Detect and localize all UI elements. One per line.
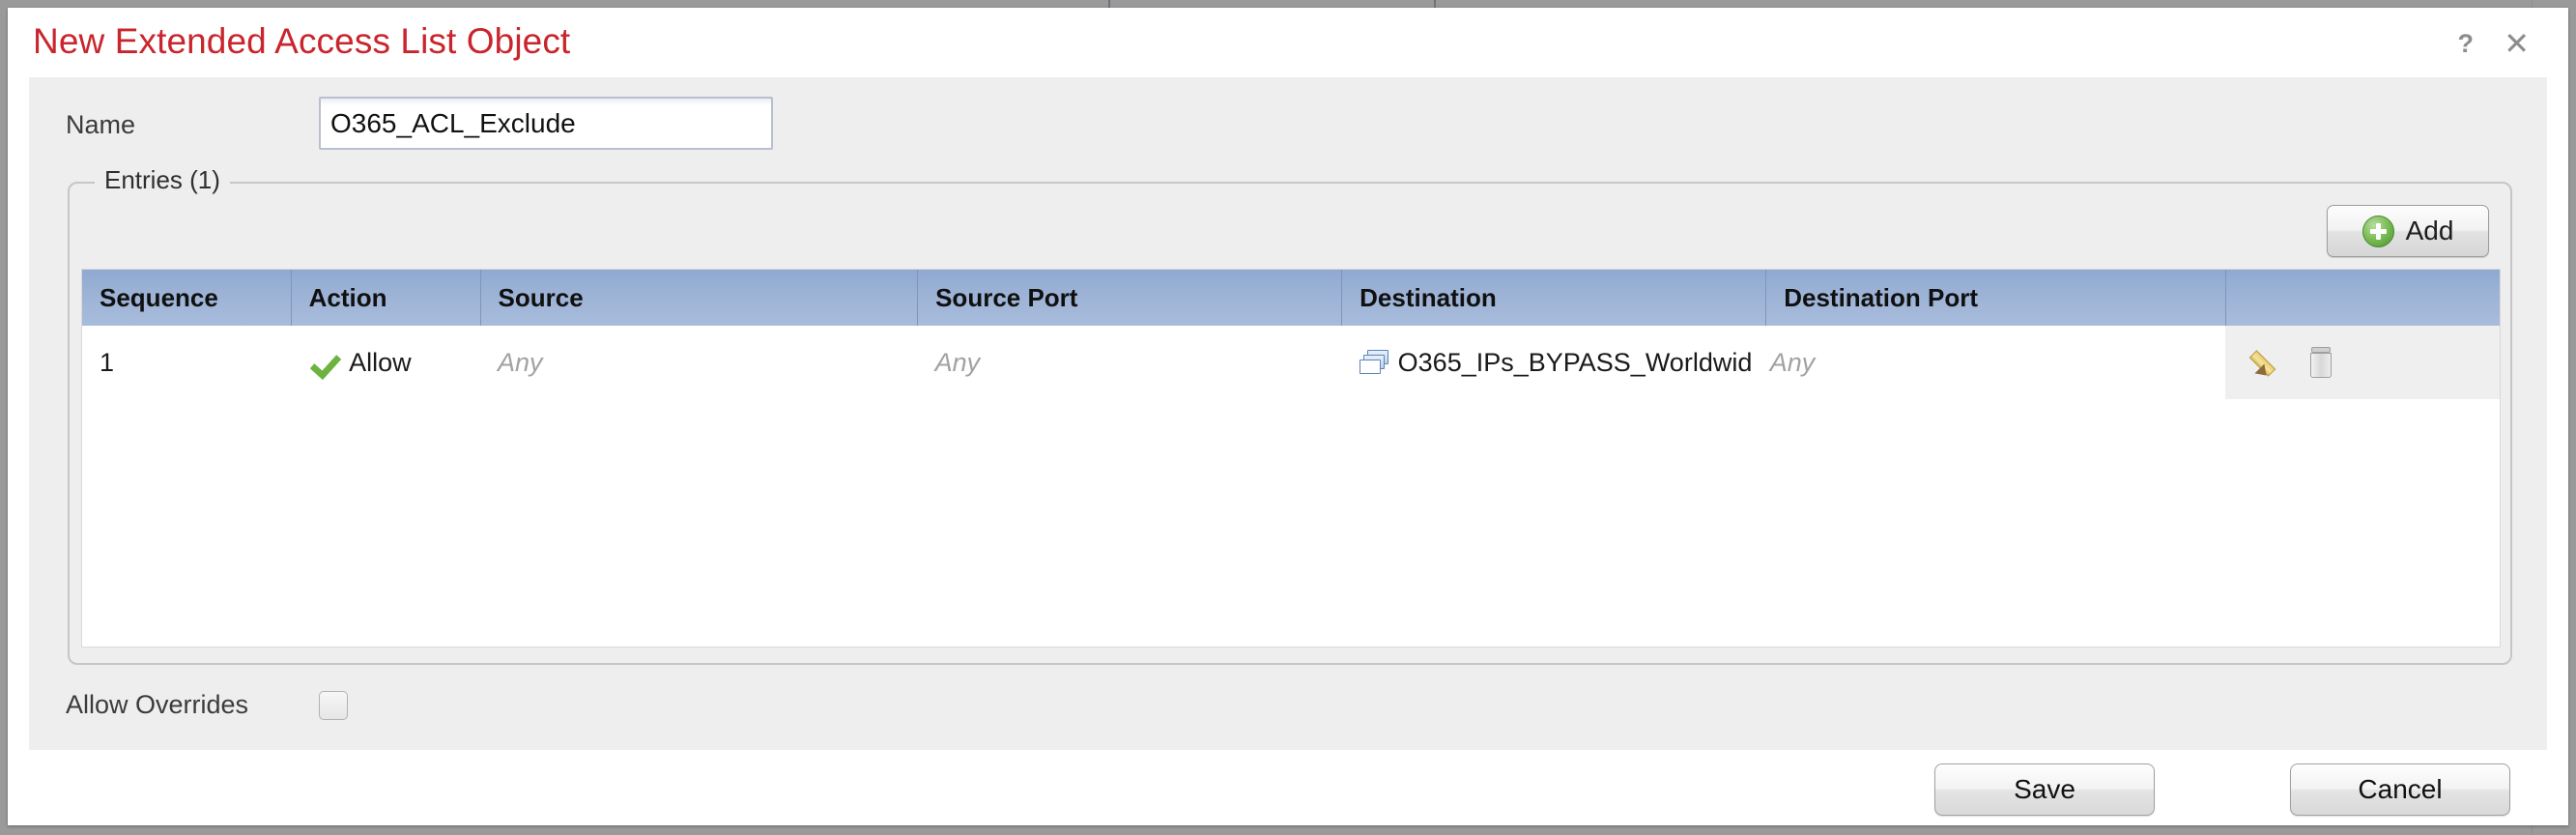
save-button[interactable]: Save	[1934, 763, 2155, 816]
new-extended-access-list-dialog: New Extended Access List Object ? ✕ Name…	[8, 8, 2568, 825]
green-plus-icon	[2361, 215, 2394, 247]
allow-overrides-checkbox[interactable]	[319, 690, 348, 720]
backdrop-seam	[1108, 0, 1110, 8]
close-icon[interactable]: ✕	[2504, 28, 2530, 59]
column-header-destination-port[interactable]: Destination Port	[1765, 270, 2226, 326]
add-entry-button[interactable]: Add	[2327, 205, 2489, 257]
object-group-icon	[1359, 350, 1388, 375]
column-header-action[interactable]: Action	[291, 270, 481, 326]
dialog-title: New Extended Access List Object	[33, 21, 571, 61]
column-header-source[interactable]: Source	[480, 270, 919, 326]
name-input[interactable]	[319, 97, 773, 150]
green-check-icon	[308, 348, 337, 377]
entries-table: Sequence Action Source Source Port Desti…	[82, 270, 2500, 399]
cell-source: Any	[480, 326, 918, 399]
cell-row-actions	[2225, 326, 2500, 399]
name-label: Name	[66, 110, 136, 139]
cell-destination: O365_IPs_BYPASS_Worldwid	[1341, 326, 1766, 399]
help-icon[interactable]: ?	[2458, 31, 2475, 57]
dialog-body-panel: Name Entries (1) Add	[29, 77, 2547, 750]
entries-legend: Entries (1)	[95, 165, 230, 195]
name-field-row: Name	[29, 97, 2547, 155]
column-header-source-port[interactable]: Source Port	[917, 270, 1343, 326]
entries-table-container: Sequence Action Source Source Port Desti…	[81, 269, 2501, 648]
column-header-actions	[2225, 270, 2500, 326]
dialog-titlebar: New Extended Access List Object ? ✕	[8, 8, 2568, 77]
pencil-icon[interactable]	[2248, 346, 2287, 381]
cancel-button[interactable]: Cancel	[2290, 763, 2510, 816]
dialog-footer: Save Cancel	[8, 750, 2568, 825]
add-entry-label: Add	[2405, 216, 2454, 245]
destination-port-value: Any	[1769, 347, 1816, 377]
source-port-value: Any	[934, 347, 981, 377]
table-row[interactable]: 1 Allow Any Any O365_IPs_BYPASS_Worldwid…	[82, 326, 2500, 399]
allow-overrides-label: Allow Overrides	[66, 690, 249, 719]
cell-destination-port: Any	[1765, 326, 2226, 399]
column-header-destination[interactable]: Destination	[1341, 270, 1767, 326]
table-header-row: Sequence Action Source Source Port Desti…	[82, 270, 2500, 326]
destination-value: O365_IPs_BYPASS_Worldwid	[1397, 347, 1753, 377]
backdrop-seam	[1434, 0, 1436, 8]
cell-action: Allow	[291, 326, 481, 399]
allow-overrides-row: Allow Overrides	[66, 690, 348, 720]
source-value: Any	[498, 347, 543, 377]
trash-icon[interactable]	[2308, 347, 2333, 378]
cell-sequence: 1	[82, 326, 292, 399]
entries-fieldset: Entries (1) Add Sequence Action Source S…	[68, 165, 2512, 665]
action-label: Allow	[349, 347, 412, 377]
cell-source-port: Any	[917, 326, 1342, 399]
column-header-sequence[interactable]: Sequence	[82, 270, 292, 326]
